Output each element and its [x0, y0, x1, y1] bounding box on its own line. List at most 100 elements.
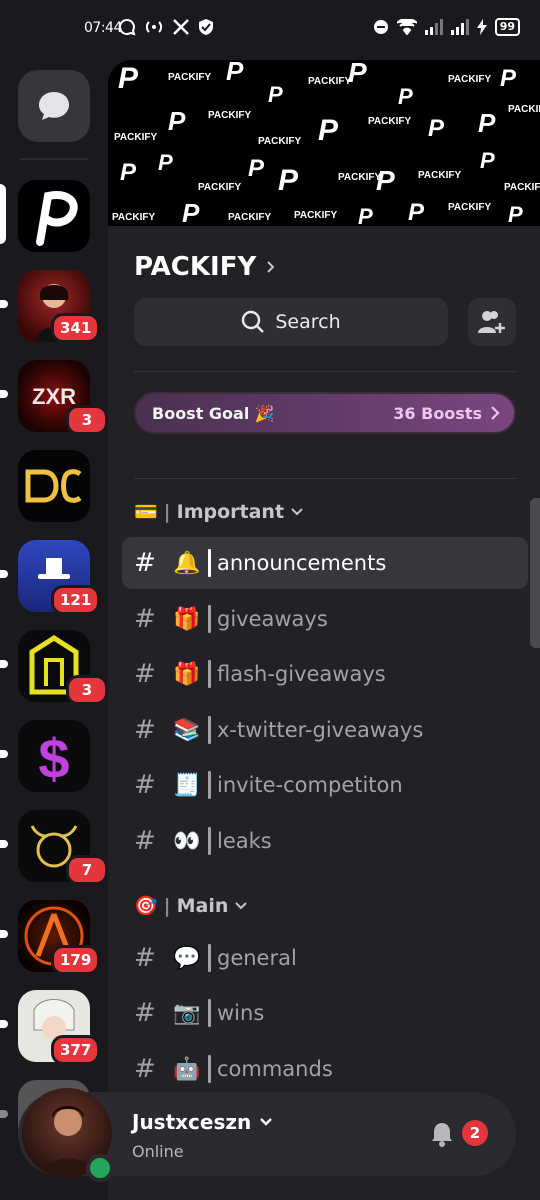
svg-text:P: P	[428, 115, 445, 142]
boost-goal-label: Boost Goal 🎉	[152, 403, 275, 423]
channel-giveaways[interactable]: # 🎁 giveaways	[122, 593, 528, 645]
banner-pattern-icon: P PACKIFY P P PACKIFY P P PACKIFY P PACK…	[112, 60, 540, 226]
svg-text:P: P	[120, 159, 137, 186]
channel-separator	[208, 999, 211, 1027]
channel-separator	[208, 827, 211, 855]
server-icon[interactable]	[18, 450, 90, 522]
chevron-down-icon	[291, 507, 303, 515]
server-unread-badge: 3	[66, 675, 108, 705]
channel-emoji: 💬	[173, 945, 201, 971]
svg-text:PACKIFY: PACKIFY	[112, 212, 155, 223]
category-label: Important	[176, 500, 285, 523]
chat-bubble-icon	[39, 92, 69, 120]
x-logo-icon	[173, 19, 189, 35]
hash-icon: #	[134, 1054, 156, 1084]
username-row[interactable]: Justxceszn	[132, 1110, 273, 1134]
channel-x-twitter-giveaways[interactable]: # 📚 x-twitter-giveaways	[122, 704, 528, 756]
channel-panel: P PACKIFY P P PACKIFY P P PACKIFY P PACK…	[108, 60, 540, 1200]
svg-text:PACKIFY: PACKIFY	[168, 72, 211, 83]
svg-text:P: P	[508, 202, 523, 226]
hash-icon: #	[134, 659, 156, 689]
category-separator: |	[163, 894, 171, 917]
category-important[interactable]: 💳 | Important	[134, 500, 304, 523]
hash-icon: #	[134, 548, 156, 578]
svg-text:PACKIFY: PACKIFY	[418, 170, 461, 181]
dc-logo-icon	[25, 469, 82, 503]
chat-bubble-icon	[118, 18, 136, 36]
wifi-icon	[396, 19, 417, 35]
chevron-down-icon	[235, 901, 248, 909]
server-packify[interactable]	[18, 180, 90, 252]
svg-text:P: P	[248, 155, 265, 182]
server-icon[interactable]: $	[18, 720, 90, 792]
online-status-dot	[86, 1154, 114, 1182]
unread-indicator	[0, 840, 8, 848]
channel-emoji: 📚	[173, 717, 201, 743]
channel-announcements[interactable]: # 🔔 announcements	[122, 537, 528, 589]
divider	[134, 478, 516, 479]
hash-icon: #	[134, 826, 156, 856]
svg-text:P: P	[182, 198, 200, 226]
search-button[interactable]: Search	[134, 298, 448, 346]
server-rail: 341 ZXR 3 121 3 $ 7 179 377	[0, 60, 108, 1200]
svg-text:PACKIFY: PACKIFY	[448, 202, 491, 213]
channel-emoji: 🤖	[173, 1056, 201, 1082]
channel-emoji: 🎁	[173, 606, 201, 632]
search-label: Search	[275, 311, 341, 333]
category-main[interactable]: 🎯 | Main	[134, 894, 248, 917]
server-unread-badge: 3	[66, 405, 108, 435]
unread-indicator	[0, 570, 8, 578]
unread-indicator	[0, 660, 8, 668]
svg-text:P: P	[158, 150, 173, 175]
boost-goal-banner[interactable]: Boost Goal 🎉 36 Boosts	[134, 392, 516, 434]
channel-separator	[208, 1055, 211, 1083]
direct-messages-button[interactable]	[18, 70, 90, 142]
boost-count: 36 Boosts	[393, 403, 482, 423]
category-emoji: 💳	[134, 501, 158, 523]
status-bar: 07:44 99	[0, 0, 540, 60]
category-label: Main	[176, 894, 229, 917]
server-title[interactable]: PACKIFY	[134, 252, 276, 282]
channel-general[interactable]: # 💬 general	[122, 932, 528, 984]
unread-indicator	[0, 750, 8, 758]
server-unread-badge: 179	[51, 945, 101, 975]
hash-icon: #	[134, 770, 156, 800]
rail-separator	[20, 158, 88, 160]
channel-name: general	[217, 946, 297, 970]
svg-text:P: P	[500, 65, 517, 92]
channel-wins[interactable]: # 📷 wins	[122, 987, 528, 1039]
svg-text:PACKIFY: PACKIFY	[308, 76, 351, 87]
server-unread-badge: 377	[51, 1035, 101, 1065]
svg-text:P: P	[168, 106, 186, 136]
unread-indicator	[0, 390, 8, 398]
channel-invite-competiton[interactable]: # 🧾 invite-competiton	[122, 759, 528, 811]
signal-icon	[424, 19, 443, 35]
status-right-icons: 99	[373, 18, 520, 36]
svg-text:P: P	[278, 164, 299, 197]
channel-separator	[208, 660, 211, 688]
svg-text:ZXR: ZXR	[32, 384, 76, 409]
channel-separator	[208, 605, 211, 633]
channel-commands[interactable]: # 🤖 commands	[122, 1043, 528, 1095]
unread-indicator	[0, 1020, 8, 1028]
username: Justxceszn	[132, 1110, 252, 1134]
channel-flash-giveaways[interactable]: # 🎁 flash-giveaways	[122, 648, 528, 700]
svg-text:P: P	[480, 148, 495, 173]
boost-count-group: 36 Boosts	[393, 404, 500, 423]
scrollbar[interactable]	[530, 498, 540, 648]
channel-separator	[208, 549, 211, 577]
invite-members-button[interactable]	[468, 298, 516, 346]
user-panel[interactable]: Justxceszn Online 2	[18, 1088, 516, 1182]
svg-text:P: P	[348, 60, 367, 88]
channel-leaks[interactable]: # 👀 leaks	[122, 815, 528, 867]
hash-icon: #	[134, 943, 156, 973]
hash-icon: #	[134, 604, 156, 634]
server-unread-badge: 7	[66, 855, 108, 885]
svg-text:PACKIFY: PACKIFY	[368, 116, 411, 127]
svg-text:P: P	[226, 60, 244, 86]
svg-text:P: P	[478, 108, 496, 138]
channel-separator	[208, 716, 211, 744]
svg-text:PACKIFY: PACKIFY	[114, 132, 157, 143]
svg-text:P: P	[358, 204, 373, 226]
bell-icon[interactable]	[428, 1120, 456, 1148]
